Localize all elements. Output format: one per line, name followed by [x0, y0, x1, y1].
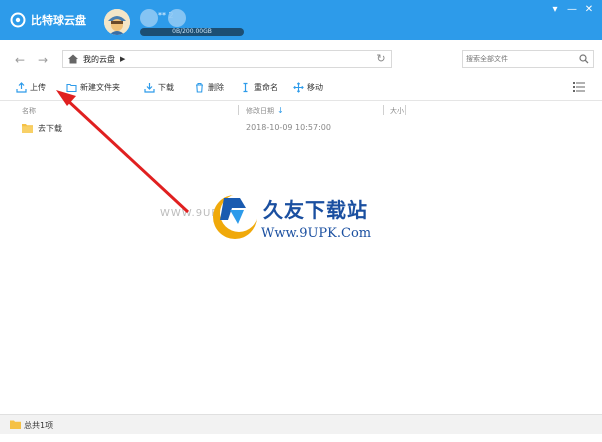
upload-button[interactable]: 上传: [16, 82, 46, 93]
upload-label: 上传: [30, 83, 46, 92]
breadcrumb-item[interactable]: 我的云盘: [83, 54, 115, 65]
watermark-title: 久友下载站: [263, 198, 368, 222]
window-frame: [0, 434, 602, 442]
app-name: 比特球云盘: [31, 14, 86, 27]
folder-plus-icon: [66, 83, 77, 93]
app-logo: 比特球云盘: [10, 12, 86, 28]
username-blur-2: [168, 9, 186, 27]
move-button[interactable]: 移动: [293, 82, 323, 93]
file-modified: 2018-10-09 10:57:00: [246, 123, 331, 132]
search-box[interactable]: [462, 50, 594, 68]
title-bar: 比特球云盘 ** 2 0B/200.00GB ▾ — ✕: [0, 0, 602, 40]
watermark-url: Www.9UPK.Com: [261, 226, 372, 241]
new-folder-button[interactable]: 新建文件夹: [66, 82, 120, 93]
item-count: 总共1项: [24, 421, 54, 430]
minimize-button[interactable]: —: [565, 4, 579, 15]
new-folder-label: 新建文件夹: [80, 83, 120, 92]
list-view-icon[interactable]: [573, 82, 585, 92]
column-size[interactable]: 大小: [390, 106, 404, 116]
table-row[interactable]: 去下载 2018-10-09 10:57:00: [14, 121, 584, 135]
app-logo-icon: [10, 12, 26, 28]
folder-icon: [22, 124, 33, 133]
download-button[interactable]: 下载: [144, 82, 174, 93]
menu-button[interactable]: ▾: [548, 4, 562, 15]
delete-button[interactable]: 删除: [194, 82, 224, 93]
sort-down-icon: ↓: [277, 106, 284, 115]
avatar-image: [104, 9, 130, 35]
username-blur: [140, 9, 158, 27]
breadcrumb-chevron-icon[interactable]: ▶: [120, 55, 125, 63]
toolbar: 上传 新建文件夹 下载 删除 重命名 移动: [0, 78, 602, 101]
move-icon: [293, 82, 304, 93]
download-label: 下载: [158, 83, 174, 92]
column-modified[interactable]: 修改日期 ↓: [246, 106, 284, 116]
move-label: 移动: [307, 83, 323, 92]
download-icon: [144, 83, 155, 93]
arrow-right-icon[interactable]: →: [38, 53, 48, 67]
upload-icon: [16, 82, 27, 93]
home-icon: [68, 54, 78, 64]
delete-label: 删除: [208, 83, 224, 92]
watermark: WWW.9UPK.COM 久友下载站 Www.9UPK.Com: [160, 190, 415, 254]
column-modified-label: 修改日期: [246, 107, 274, 115]
rename-label: 重命名: [254, 83, 278, 92]
avatar[interactable]: [104, 9, 130, 35]
arrow-left-icon[interactable]: ←: [15, 53, 25, 67]
search-input[interactable]: [466, 52, 576, 66]
refresh-icon[interactable]: ↻: [374, 52, 388, 66]
search-icon[interactable]: [579, 54, 589, 64]
breadcrumb[interactable]: 我的云盘 ▶: [62, 50, 392, 68]
watermark-logo-icon: [213, 194, 258, 239]
storage-quota: 0B/200.00GB: [140, 28, 244, 36]
file-name[interactable]: 去下载: [38, 123, 62, 134]
text-cursor-icon: [243, 82, 248, 93]
trash-icon: [196, 82, 203, 93]
column-name[interactable]: 名称: [22, 106, 36, 116]
folder-icon: [10, 420, 21, 429]
close-button[interactable]: ✕: [582, 4, 596, 15]
column-divider[interactable]: [405, 105, 406, 115]
rename-button[interactable]: 重命名: [240, 82, 278, 93]
status-bar: 总共1项: [0, 414, 602, 435]
column-divider[interactable]: [383, 105, 384, 115]
column-divider[interactable]: [238, 105, 239, 115]
